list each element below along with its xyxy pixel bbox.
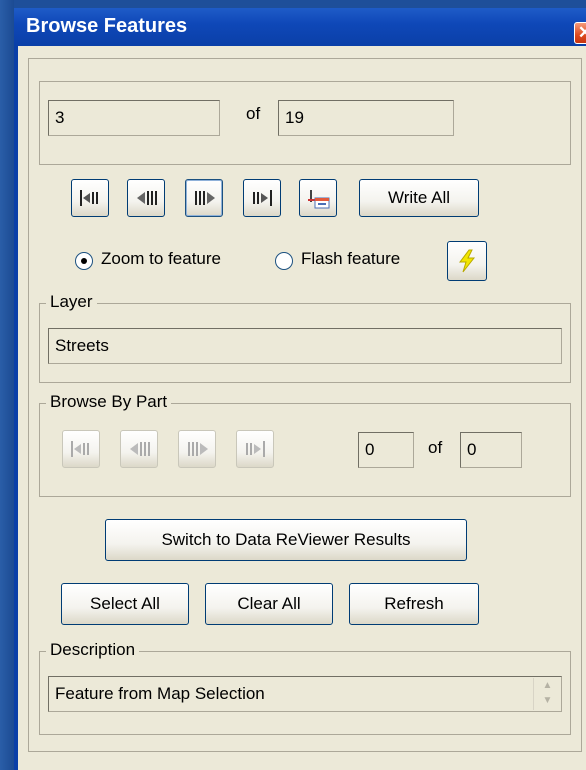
main-frame: 3 of 19 Write All Zoom to feature Flash … <box>28 58 582 752</box>
total-records-field: 19 <box>278 100 454 136</box>
last-feature-button[interactable] <box>243 179 281 217</box>
select-all-button[interactable]: Select All <box>61 583 189 625</box>
part-previous-button[interactable] <box>120 430 158 468</box>
current-record-field[interactable]: 3 <box>48 100 220 136</box>
browse-by-part-title: Browse By Part <box>46 392 172 412</box>
current-record-value: 3 <box>55 108 65 127</box>
close-button[interactable]: ✕ <box>574 22 586 44</box>
previous-feature-button[interactable] <box>127 179 165 217</box>
part-current-field: 0 <box>358 432 414 468</box>
write-record-icon <box>308 190 330 209</box>
part-total-value: 0 <box>467 440 477 459</box>
spinner-down-icon[interactable]: ▼ <box>534 693 561 708</box>
close-icon: ✕ <box>577 23 586 42</box>
record-counter-group: 3 of 19 <box>39 81 571 165</box>
previous-feature-icon <box>137 191 157 205</box>
flash-feature-radio[interactable] <box>275 252 293 270</box>
part-total-field: 0 <box>460 432 522 468</box>
description-value: Feature from Map Selection <box>55 684 265 703</box>
part-next-button[interactable] <box>178 430 216 468</box>
flash-now-button[interactable] <box>447 241 487 281</box>
description-spinner[interactable]: ▲ ▼ <box>533 678 561 710</box>
flash-feature-label[interactable]: Flash feature <box>301 249 400 269</box>
first-feature-icon <box>80 190 98 206</box>
refresh-button[interactable]: Refresh <box>349 583 479 625</box>
first-feature-button[interactable] <box>71 179 109 217</box>
part-current-value: 0 <box>365 440 375 459</box>
part-of-label: of <box>428 438 443 457</box>
part-last-button[interactable] <box>236 430 274 468</box>
layer-group: Layer Streets <box>39 292 571 383</box>
next-feature-button[interactable] <box>185 179 223 217</box>
record-of-label: of <box>246 104 261 123</box>
layer-group-title: Layer <box>46 292 97 312</box>
part-first-button[interactable] <box>62 430 100 468</box>
part-last-icon <box>246 441 265 457</box>
layer-field[interactable]: Streets <box>48 328 562 364</box>
part-next-icon <box>188 442 208 456</box>
switch-to-reviewer-button[interactable]: Switch to Data ReViewer Results <box>105 519 467 561</box>
browse-by-part-group: Browse By Part 0 of 0 <box>39 392 571 497</box>
description-group-title: Description <box>46 640 140 660</box>
write-all-button[interactable]: Write All <box>359 179 479 217</box>
window-body: 3 of 19 Write All Zoom to feature Flash … <box>14 46 586 770</box>
zoom-to-feature-label[interactable]: Zoom to feature <box>101 249 221 269</box>
window-titlebar[interactable]: Browse Features ✕ <box>14 8 586 46</box>
part-previous-icon <box>130 442 150 456</box>
window-title: Browse Features <box>26 15 188 37</box>
description-field[interactable]: Feature from Map Selection ▲ ▼ <box>48 676 562 712</box>
zoom-to-feature-radio[interactable] <box>75 252 93 270</box>
clear-all-button[interactable]: Clear All <box>205 583 333 625</box>
desktop-strip <box>0 0 14 770</box>
layer-value: Streets <box>55 336 109 355</box>
write-record-button[interactable] <box>299 179 337 217</box>
total-records-value: 19 <box>285 108 304 127</box>
spinner-up-icon[interactable]: ▲ <box>534 678 561 693</box>
last-feature-icon <box>253 190 272 206</box>
lightning-icon <box>459 249 476 273</box>
next-feature-icon <box>195 191 215 205</box>
description-group: Description Feature from Map Selection ▲… <box>39 640 571 735</box>
part-first-icon <box>71 441 89 457</box>
